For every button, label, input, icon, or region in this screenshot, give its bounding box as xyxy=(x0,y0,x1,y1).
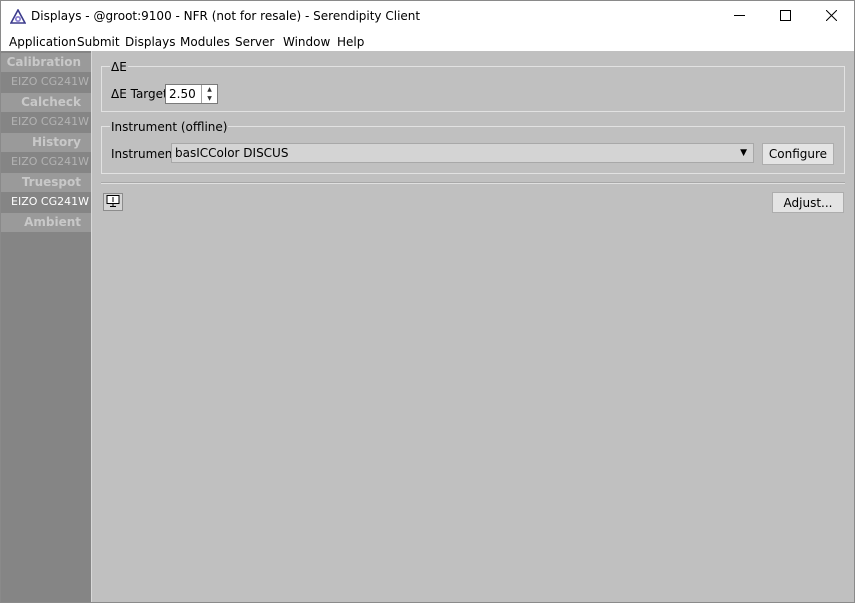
instrument-select[interactable]: basICColor DISCUS ▼ xyxy=(171,143,754,163)
sidebar-item-history-display[interactable]: EIZO CG241W xyxy=(1,152,91,172)
menu-server[interactable]: Server xyxy=(235,35,274,49)
sidebar-header-history[interactable]: History xyxy=(1,133,91,152)
menu-help[interactable]: Help xyxy=(337,35,364,49)
menu-submit[interactable]: Submit xyxy=(77,35,120,49)
sidebar-item-truespot-display[interactable]: EIZO CG241W xyxy=(1,192,91,212)
sidebar-header-ambient[interactable]: Ambient xyxy=(1,213,91,232)
instrument-select-value: basICColor DISCUS xyxy=(175,146,289,160)
instrument-label: Instrument xyxy=(111,147,178,161)
sidebar-header-truespot[interactable]: Truespot xyxy=(1,173,91,192)
sidebar-header-calcheck[interactable]: Calcheck xyxy=(1,93,91,112)
delta-e-group-label: ΔE xyxy=(110,60,128,74)
maximize-icon xyxy=(779,9,791,24)
sidebar-header-calibration[interactable]: Calibration xyxy=(1,53,91,72)
minimize-icon xyxy=(733,10,745,24)
delta-e-target-label: ΔE Target xyxy=(111,87,168,101)
display-info-icon xyxy=(106,194,120,210)
menu-application[interactable]: Application xyxy=(9,35,76,49)
menu-bar: Application Submit Displays Modules Serv… xyxy=(1,32,854,51)
close-button[interactable] xyxy=(808,1,854,32)
app-window: Displays - @groot:9100 - NFR (not for re… xyxy=(0,0,855,603)
serendipity-logo-icon xyxy=(9,8,27,25)
main-content: ΔE ΔE Target 2.50 ▲ ▼ Instrument (offlin… xyxy=(91,51,854,602)
spinner-arrows: ▲ ▼ xyxy=(201,85,217,103)
menu-displays[interactable]: Displays xyxy=(125,35,175,49)
spin-up-icon[interactable]: ▲ xyxy=(202,85,217,94)
menu-modules[interactable]: Modules xyxy=(180,35,230,49)
title-bar[interactable]: Displays - @groot:9100 - NFR (not for re… xyxy=(1,1,854,32)
delta-e-target-value[interactable]: 2.50 xyxy=(169,87,196,101)
close-icon xyxy=(825,9,837,24)
delta-e-target-spinner[interactable]: 2.50 ▲ ▼ xyxy=(165,84,218,104)
menu-window[interactable]: Window xyxy=(283,35,330,49)
spin-down-icon[interactable]: ▼ xyxy=(202,94,217,103)
adjust-button[interactable]: Adjust... xyxy=(772,192,844,213)
instrument-group-label: Instrument (offline) xyxy=(110,120,229,134)
maximize-button[interactable] xyxy=(762,1,808,32)
sidebar-item-calibration-display[interactable]: EIZO CG241W xyxy=(1,72,91,92)
separator xyxy=(101,182,845,184)
window-title: Displays - @groot:9100 - NFR (not for re… xyxy=(31,9,421,23)
display-info-button[interactable] xyxy=(103,193,123,211)
configure-button[interactable]: Configure xyxy=(762,143,834,165)
sidebar-item-calcheck-display[interactable]: EIZO CG241W xyxy=(1,112,91,132)
sidebar: Calibration EIZO CG241W Calcheck EIZO CG… xyxy=(1,51,91,602)
minimize-button[interactable] xyxy=(716,1,762,32)
chevron-down-icon[interactable]: ▼ xyxy=(740,148,747,158)
